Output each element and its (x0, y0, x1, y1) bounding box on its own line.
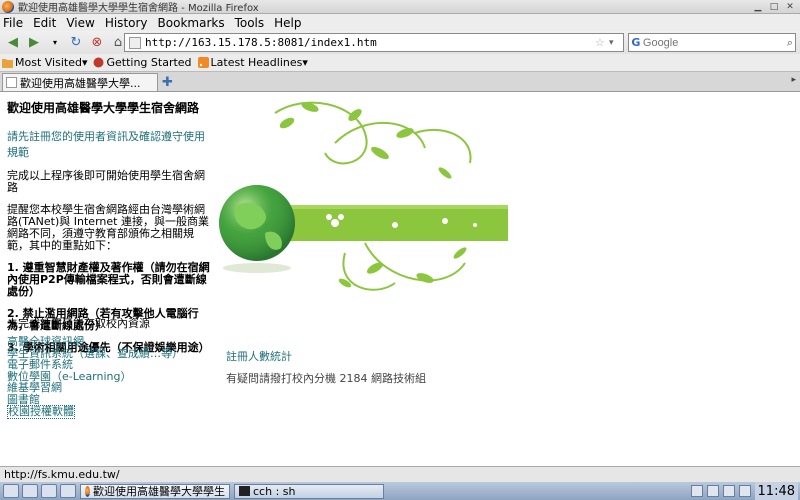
page-heading: 歡迎使用高雄醫學大學學生宿舍網路 (7, 101, 200, 115)
search-bar: G ⌕ (628, 33, 796, 52)
firefox-task-icon (85, 485, 90, 497)
rss-icon (197, 57, 209, 68)
registration-stats-link[interactable]: 註冊人數統計 (226, 348, 292, 364)
window-title: 歡迎使用高雄醫學大學學生宿舍網路 - Mozilla Firefox (18, 3, 259, 14)
bookmarks-toolbar: Most Visited▾ Getting Started Latest Hea… (0, 54, 800, 72)
site-favicon (129, 36, 141, 49)
bookmark-most-visited[interactable]: Most Visited▾ (2, 56, 87, 69)
folder-icon (2, 59, 13, 68)
menu-bar: File Edit View History Bookmarks Tools H… (0, 14, 800, 31)
page-content: 歡迎使用高雄醫學大學學生宿舍網路 請先註冊您的使用者資訊及確認遵守使用規範 完成… (0, 93, 800, 466)
tab-label: 歡迎使用高雄醫學大學... (20, 76, 141, 90)
rule-1: 1. 遵重智慧財產權及著作權（請勿在宿網內使用P2P傳輸檔案程式，否則會遭斷線處… (7, 261, 210, 298)
bookmark-star-icon[interactable]: ☆ (595, 36, 609, 49)
link-email-system[interactable]: 電子郵件系統 (7, 359, 183, 371)
close-icon[interactable]: ✕ (784, 1, 796, 13)
network-icon[interactable] (706, 485, 719, 497)
stop-icon[interactable]: ⊗ (87, 34, 107, 52)
terminal-task-icon (239, 486, 250, 496)
after-text: 完成以上程序後即可開始使用學生宿舍網路 (7, 169, 205, 194)
minimize-icon[interactable]: ▁ (752, 1, 764, 13)
contact-text: 有疑問請撥打校內分機 2184 網路技術組 (226, 372, 426, 385)
search-input[interactable] (642, 36, 785, 49)
firefox-icon (2, 0, 14, 13)
url-input[interactable] (145, 36, 595, 49)
link-campus-software[interactable]: 校園授權軟體 (7, 405, 75, 419)
status-text: http://fs.kmu.edu.tw/ (4, 468, 120, 481)
clock[interactable]: 11:48 (754, 482, 798, 500)
back-icon[interactable]: ◀ (3, 34, 23, 52)
system-tray: 11:48 (690, 482, 800, 500)
reminder-text: 提醒您本校學生宿舍網路經由台灣學術網路(TANet)與 Internet 連接，… (7, 203, 209, 252)
reload-icon[interactable]: ↻ (66, 34, 86, 52)
bookmark-getting-started[interactable]: Getting Started (93, 56, 192, 69)
link-kmu-website[interactable]: 高醫全球資訊網 (7, 336, 183, 348)
dropdown-icon[interactable]: ▾ (45, 34, 65, 52)
forward-icon[interactable]: ▶ (24, 34, 44, 52)
menu-view[interactable]: View (66, 16, 94, 30)
bookmark-latest-headlines[interactable]: Latest Headlines▾ (197, 56, 308, 69)
update-icon[interactable] (738, 485, 751, 497)
terminal-launch-icon[interactable] (41, 484, 57, 498)
menu-file[interactable]: File (3, 16, 23, 30)
green-globe-illustration (215, 93, 508, 303)
firefox-bookmark-icon (93, 57, 104, 68)
tab-favicon (6, 77, 17, 88)
keyboard-icon[interactable] (690, 485, 703, 497)
desktop-icon[interactable] (22, 484, 38, 498)
banner-image (215, 93, 508, 303)
start-menu-icon[interactable] (3, 484, 19, 498)
task-firefox[interactable]: 歡迎使用高雄醫學大學學生 (80, 483, 230, 499)
navigation-toolbar: ◀ ▶ ▾ ↻ ⊗ ⌂ ☆ ▾ G ⌕ (0, 31, 800, 54)
notice-text: 未完成註冊只能存取校內資源 (7, 317, 150, 330)
tab-list-icon[interactable]: ▸ (791, 75, 796, 85)
url-dropdown-icon[interactable]: ▾ (609, 38, 623, 48)
status-bar: http://fs.kmu.edu.tw/ (0, 466, 800, 482)
link-wiki[interactable]: 維基學習網 (7, 382, 183, 394)
search-engine-icon[interactable]: G (629, 34, 643, 51)
maximize-icon[interactable]: □ (768, 1, 780, 13)
menu-help[interactable]: Help (274, 16, 301, 30)
new-tab-icon[interactable]: ✚ (162, 73, 173, 91)
menu-tools[interactable]: Tools (235, 16, 265, 30)
taskbar: 歡迎使用高雄醫學大學學生 cch : sh 11:48 (0, 482, 800, 500)
task-terminal[interactable]: cch : sh (234, 483, 384, 499)
search-icon[interactable]: ⌕ (785, 36, 795, 50)
menu-edit[interactable]: Edit (33, 16, 56, 30)
menu-history[interactable]: History (105, 16, 148, 30)
tab-current[interactable]: 歡迎使用高雄醫學大學... (2, 73, 158, 91)
window-titlebar: 歡迎使用高雄醫學大學學生宿舍網路 - Mozilla Firefox ▁ □ ✕ (0, 0, 800, 14)
volume-icon[interactable] (722, 485, 735, 497)
register-link[interactable]: 請先註冊您的使用者資訊及確認遵守使用規範 (7, 128, 210, 160)
menu-bookmarks[interactable]: Bookmarks (158, 16, 225, 30)
browser-launch-icon[interactable] (60, 484, 76, 498)
link-library[interactable]: 圖書館 (7, 393, 183, 406)
tab-bar: 歡迎使用高雄醫學大學... ✚ ▸ (0, 72, 800, 92)
address-bar: ☆ ▾ (124, 33, 624, 52)
resource-links: 高醫全球資訊網 學生資訊系統（選課、查成績…等） 電子郵件系統 數位學園（e-L… (7, 336, 183, 419)
